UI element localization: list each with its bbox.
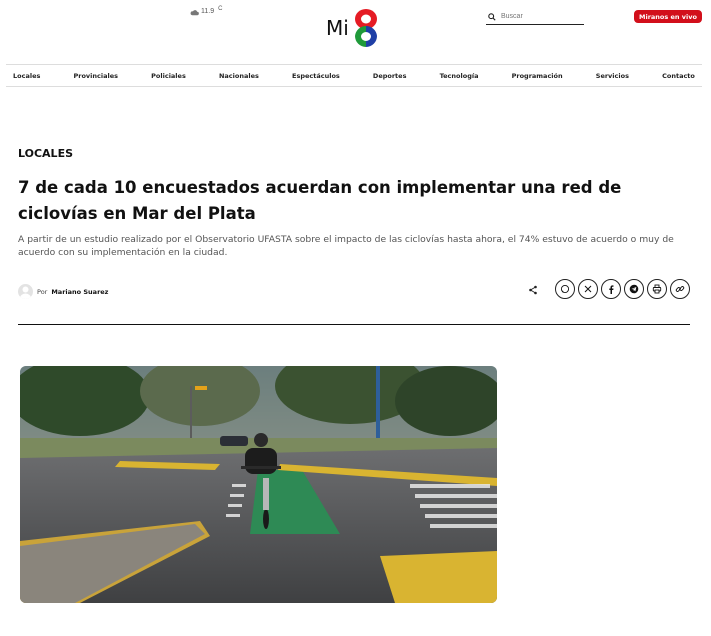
print-button[interactable] <box>647 279 667 299</box>
byline-prefix: Por <box>37 287 48 296</box>
x-share-button[interactable] <box>578 279 598 299</box>
logo-text: Mi <box>326 16 349 40</box>
x-icon <box>584 285 592 293</box>
nav-item-policiales[interactable]: Policiales <box>151 72 186 80</box>
author-avatar[interactable] <box>18 284 33 299</box>
site-logo[interactable]: Mi <box>326 8 381 48</box>
facebook-share-button[interactable] <box>601 279 621 299</box>
copy-link-button[interactable] <box>670 279 690 299</box>
telegram-icon <box>629 284 639 294</box>
whatsapp-icon <box>560 284 570 294</box>
nav-item-deportes[interactable]: Deportes <box>373 72 407 80</box>
article-headline: 7 de cada 10 encuestados acuerdan con im… <box>18 178 622 223</box>
article-featured-image[interactable] <box>20 366 497 603</box>
nav-item-programacion[interactable]: Programación <box>512 72 563 80</box>
article-divider <box>18 324 690 325</box>
cyclist-photo <box>20 366 497 603</box>
weather-unit: C <box>218 6 223 12</box>
link-icon <box>675 286 685 292</box>
whatsapp-share-button[interactable] <box>555 279 575 299</box>
search-box[interactable] <box>486 9 584 25</box>
weather-widget: 11.9 C <box>190 6 223 16</box>
facebook-icon <box>609 284 614 294</box>
print-icon <box>652 284 662 294</box>
search-input[interactable] <box>501 13 581 20</box>
telegram-share-button[interactable] <box>624 279 644 299</box>
nav-item-espectaculos[interactable]: Espectáculos <box>292 72 340 80</box>
cloud-icon <box>190 10 199 16</box>
search-icon <box>488 12 496 21</box>
article-subtitle: A partir de un estudio realizado por el … <box>18 234 674 258</box>
article-category[interactable]: LOCALES <box>18 147 73 160</box>
nav-item-nacionales[interactable]: Nacionales <box>219 72 259 80</box>
share-icon[interactable] <box>528 285 538 295</box>
user-icon <box>20 286 31 299</box>
nav-item-provinciales[interactable]: Provinciales <box>74 72 119 80</box>
author-name[interactable]: Mariano Suarez <box>51 288 108 296</box>
nav-item-contacto[interactable]: Contacto <box>662 72 695 80</box>
nav-item-servicios[interactable]: Servicios <box>596 72 629 80</box>
live-button[interactable]: Miranos en vivo <box>634 10 702 23</box>
social-share-buttons <box>555 279 690 299</box>
nav-item-tecnologia[interactable]: Tecnología <box>440 72 479 80</box>
logo-eight-mark <box>354 9 377 47</box>
nav-item-locales[interactable]: Locales <box>13 72 40 80</box>
weather-temperature: 11.9 <box>201 8 215 15</box>
article-byline: Por Mariano Suarez <box>18 284 108 299</box>
main-nav: Locales Provinciales Policiales Nacional… <box>6 64 702 87</box>
